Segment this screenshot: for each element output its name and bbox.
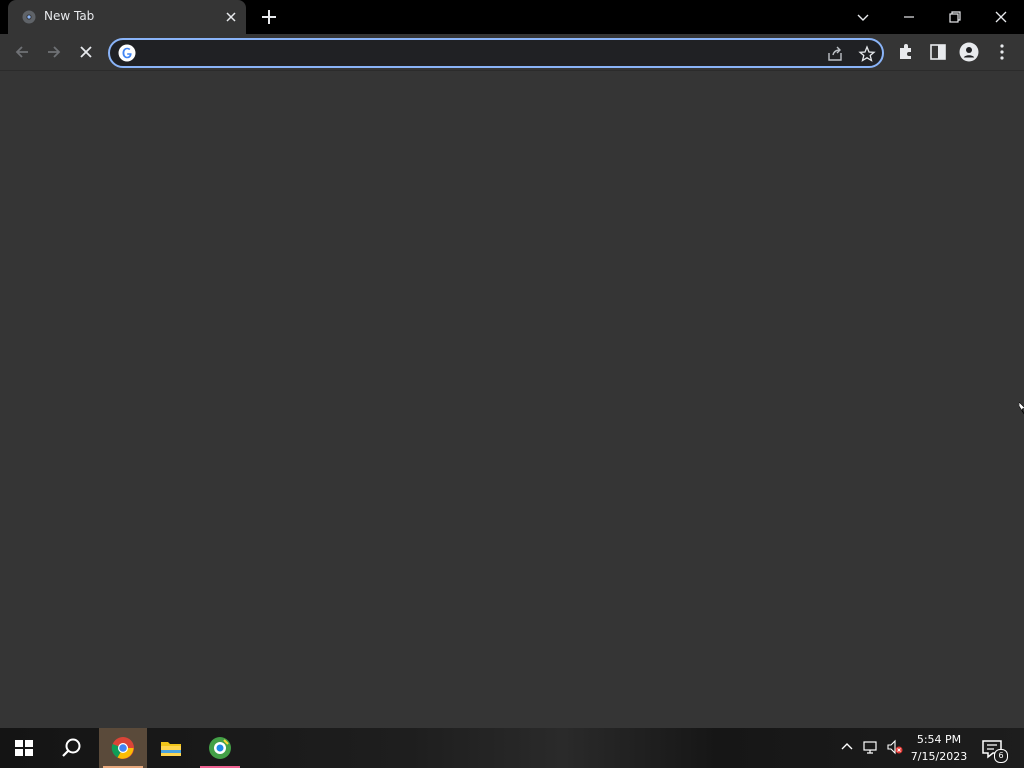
- profile-icon[interactable]: [959, 42, 979, 62]
- mouse-cursor-icon: [1019, 402, 1024, 415]
- extensions-icon[interactable]: [896, 42, 916, 62]
- chrome-favicon-icon: [22, 10, 36, 24]
- side-panel-icon[interactable]: [928, 42, 948, 62]
- taskbar-search-button[interactable]: [48, 728, 96, 768]
- taskbar-app-greenshot[interactable]: [196, 728, 244, 768]
- address-bar[interactable]: [108, 38, 884, 68]
- greenshot-icon: [209, 737, 231, 759]
- windows-logo-icon: [15, 740, 33, 756]
- taskbar-clock[interactable]: 5:54 PM 7/15/2023: [906, 731, 972, 765]
- clock-date: 7/15/2023: [910, 750, 968, 763]
- folder-icon: [161, 742, 181, 756]
- chrome-icon: [111, 737, 134, 759]
- share-icon[interactable]: [826, 45, 844, 63]
- stop-loading-icon[interactable]: [76, 42, 96, 62]
- clock-time: 5:54 PM: [916, 733, 962, 746]
- kebab-menu-icon[interactable]: [992, 42, 1012, 62]
- chevron-up-icon[interactable]: [838, 738, 856, 756]
- tab-title: New Tab: [44, 9, 95, 23]
- minimize-button[interactable]: [898, 6, 920, 28]
- notification-count-badge: 6: [994, 749, 1008, 763]
- forward-arrow-icon[interactable]: [44, 42, 64, 62]
- tab-new-tab[interactable]: New Tab: [8, 0, 246, 34]
- search-icon: [62, 738, 81, 757]
- network-icon[interactable]: [862, 738, 880, 756]
- taskbar-app-file-explorer[interactable]: [147, 728, 195, 768]
- close-icon[interactable]: [224, 10, 238, 24]
- volume-muted-icon[interactable]: [886, 738, 904, 756]
- address-input[interactable]: [140, 43, 804, 65]
- google-g-icon: [118, 44, 136, 62]
- browser-toolbar: [0, 34, 1024, 71]
- new-tab-button[interactable]: [260, 8, 278, 26]
- restore-button[interactable]: [944, 6, 966, 28]
- back-arrow-icon[interactable]: [12, 42, 32, 62]
- window-close-button[interactable]: [990, 6, 1012, 28]
- start-button[interactable]: [0, 728, 48, 768]
- windows-taskbar: [0, 728, 1024, 768]
- star-icon[interactable]: [858, 45, 876, 63]
- browser-title-bar: New Tab: [0, 0, 1024, 34]
- page-content: [0, 71, 1024, 728]
- taskbar-app-chrome[interactable]: [99, 728, 147, 768]
- tab-search-chevron-down-icon[interactable]: [852, 6, 874, 28]
